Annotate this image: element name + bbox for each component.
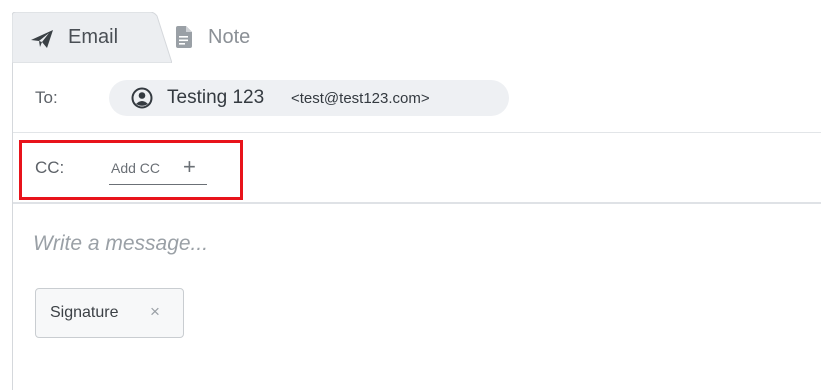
signature-label: Signature <box>50 304 119 321</box>
signature-tag[interactable]: Signature × <box>35 288 184 338</box>
user-circle-icon <box>131 87 153 109</box>
to-label: To: <box>35 88 58 107</box>
tab-email-label: Email <box>68 26 119 48</box>
compose-panel: To: Testing 123 <test@test123.com> CC: A… <box>12 63 821 390</box>
message-body[interactable]: Write a message... Signature × <box>13 204 821 390</box>
cc-row: CC: Add CC + <box>13 133 821 204</box>
tab-note-label: Note <box>208 26 251 48</box>
to-row: To: Testing 123 <test@test123.com> <box>13 63 821 133</box>
message-placeholder: Write a message... <box>33 232 209 255</box>
paper-plane-icon <box>30 29 54 49</box>
tab-bar: Email Note <box>0 0 821 63</box>
tab-note[interactable]: Note <box>172 12 292 63</box>
recipient-email: <test@test123.com> <box>291 90 430 107</box>
close-icon[interactable]: × <box>150 302 160 322</box>
recipient-chip[interactable]: Testing 123 <test@test123.com> <box>109 80 509 116</box>
recipient-name: Testing 123 <box>167 87 265 108</box>
highlight-box <box>19 140 243 200</box>
tab-email[interactable]: Email <box>12 12 172 63</box>
note-icon <box>176 26 192 48</box>
